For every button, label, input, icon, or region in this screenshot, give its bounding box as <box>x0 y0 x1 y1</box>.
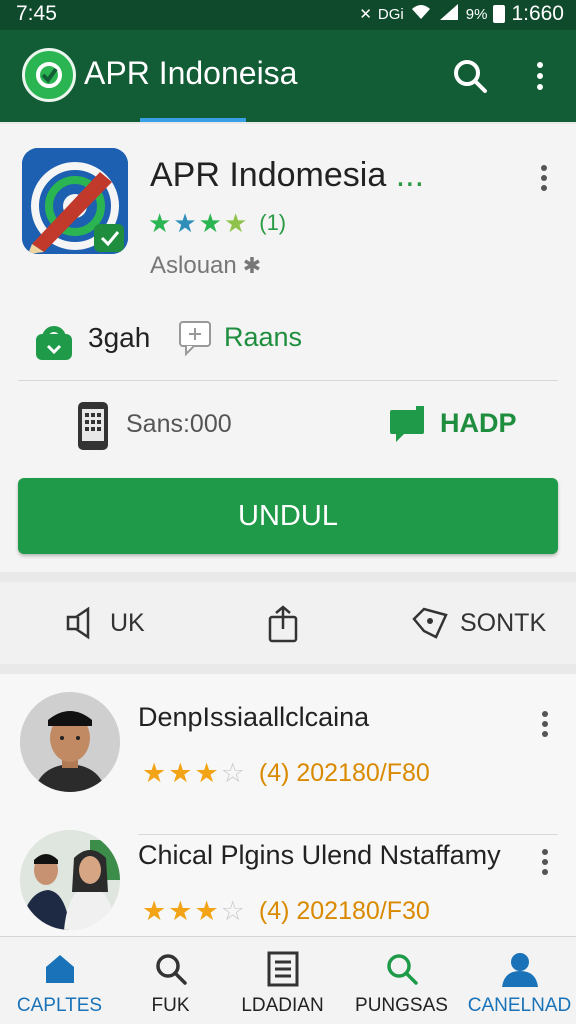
star-icon: ★ <box>168 758 193 788</box>
app-bar: APR Indoneisa <box>0 30 576 122</box>
app-icon[interactable] <box>22 148 128 254</box>
rating-count: (1) <box>259 210 287 235</box>
download-size: 3gah <box>88 322 151 353</box>
nav-item-ldadian[interactable]: LDADIAN <box>225 937 340 1024</box>
review-rating: ★ ★ ★ ☆ (4) 202180/F80 <box>142 758 430 789</box>
reviewer-name: Chical Plgins Ulend Nstaffamy <box>138 840 501 870</box>
wifi-icon <box>410 3 432 25</box>
status-time: 7:45 <box>16 2 57 25</box>
nav-item-pungsas[interactable]: PUNGSAS <box>344 937 459 1024</box>
nav-label: PUNGSAS <box>355 995 448 1016</box>
compat-info-row: Sans:000 HADP <box>0 392 576 460</box>
review-meta: (4) 202180/F30 <box>258 897 430 925</box>
nav-item-canelnad[interactable]: CANELNAD <box>462 937 576 1024</box>
signal-icon <box>438 3 460 25</box>
message-icon <box>388 406 430 447</box>
app-rating: ★ ★ ★ ★ (1) <box>148 210 286 236</box>
tab-indicator <box>140 118 246 122</box>
badge-icon: ✱ <box>242 253 262 278</box>
review-more-icon[interactable] <box>534 706 556 742</box>
star-icon: ★ <box>168 896 193 926</box>
reviews-section: DenpIssiaallclcaina ★ ★ ★ ☆ (4) 202180/F… <box>0 674 576 936</box>
search-icon[interactable] <box>448 54 492 98</box>
star-icon: ★ <box>194 896 219 926</box>
star-empty-icon: ☆ <box>220 758 245 788</box>
star-icon: ★ <box>173 208 197 238</box>
avatar[interactable] <box>20 830 120 930</box>
status-icons: ✕ DGi 9% 1:660 <box>359 2 564 26</box>
action-label: UK <box>110 608 145 637</box>
home-icon <box>42 951 78 992</box>
action-label: SONTK <box>460 608 547 637</box>
status-right-time: 1:660 <box>511 2 564 25</box>
star-icon: ★ <box>198 208 222 238</box>
review-rating: ★ ★ ★ ☆ (4) 202180/F30 <box>142 896 430 927</box>
app-name-text: APR Indomesia <box>150 156 387 194</box>
nav-item-caples[interactable]: CAPLTES <box>2 937 117 1024</box>
status-bar: 7:45 ✕ DGi 9% 1:660 <box>0 0 576 30</box>
star-icon: ★ <box>194 758 219 788</box>
developer[interactable]: Aslouan ✱ <box>150 252 261 280</box>
phone-icon <box>76 400 110 457</box>
speaker-icon <box>66 606 90 640</box>
review-meta: (4) 202180/F80 <box>258 759 430 787</box>
chat-icon <box>178 318 214 363</box>
nav-label: LDADIAN <box>241 995 324 1016</box>
action-row: UK SONTK <box>0 582 576 664</box>
search-icon <box>384 951 420 992</box>
person-icon <box>500 951 540 992</box>
document-icon <box>265 951 301 992</box>
nav-item-fuk[interactable]: FUK <box>113 937 228 1024</box>
share-icon <box>268 605 298 643</box>
hadp-label: HADP <box>440 408 517 438</box>
app-info-card: APR Indomesia ... ★ ★ ★ ★ (1) Aslouan ✱ … <box>0 124 576 572</box>
action-uk-button[interactable]: UK <box>64 582 145 664</box>
battery-percent: 9% <box>465 5 488 23</box>
star-icon: ★ <box>142 758 167 788</box>
action-sontk-button[interactable]: SONTK <box>410 582 546 664</box>
compat-label: Sans:000 <box>126 410 232 438</box>
battery-icon <box>493 5 506 23</box>
review-more-icon[interactable] <box>534 844 556 880</box>
app-name: APR Indomesia ... <box>150 156 424 195</box>
page-title: APR Indoneisa <box>84 55 298 91</box>
star-half-icon: ★ <box>223 208 248 238</box>
share-button[interactable] <box>266 582 302 664</box>
download-icon <box>32 316 76 369</box>
star-empty-icon: ☆ <box>220 896 245 926</box>
search-icon <box>153 951 189 992</box>
app-name-suffix: ... <box>395 156 425 194</box>
install-button[interactable]: UNDUL <box>18 478 558 554</box>
nav-label: CANELNAD <box>467 995 572 1016</box>
nav-label: FUK <box>151 995 190 1016</box>
divider <box>18 380 558 381</box>
nav-label: CAPLTES <box>16 995 103 1016</box>
app-logo-icon[interactable] <box>22 48 76 102</box>
tag-icon <box>412 607 448 639</box>
reviewer-name: DenpIssiaallclcaina <box>138 702 370 732</box>
rating-label: Raans <box>224 322 303 352</box>
review-item: DenpIssiaallclcaina ★ ★ ★ ☆ (4) 202180/F… <box>0 692 576 835</box>
mute-icon: ✕ <box>359 6 372 23</box>
star-icon: ★ <box>142 896 167 926</box>
avatar[interactable] <box>20 692 120 792</box>
card-more-icon[interactable] <box>532 160 556 196</box>
more-vert-icon[interactable] <box>522 54 558 98</box>
star-icon: ★ <box>148 208 172 238</box>
bottom-nav: CAPLTES FUK LDADIAN PUNGSAS CANELNAD <box>0 936 576 1024</box>
developer-name: Aslouan <box>150 252 237 279</box>
download-info-row: 3gah Raans <box>0 308 576 380</box>
network-type: DGi <box>377 5 404 23</box>
